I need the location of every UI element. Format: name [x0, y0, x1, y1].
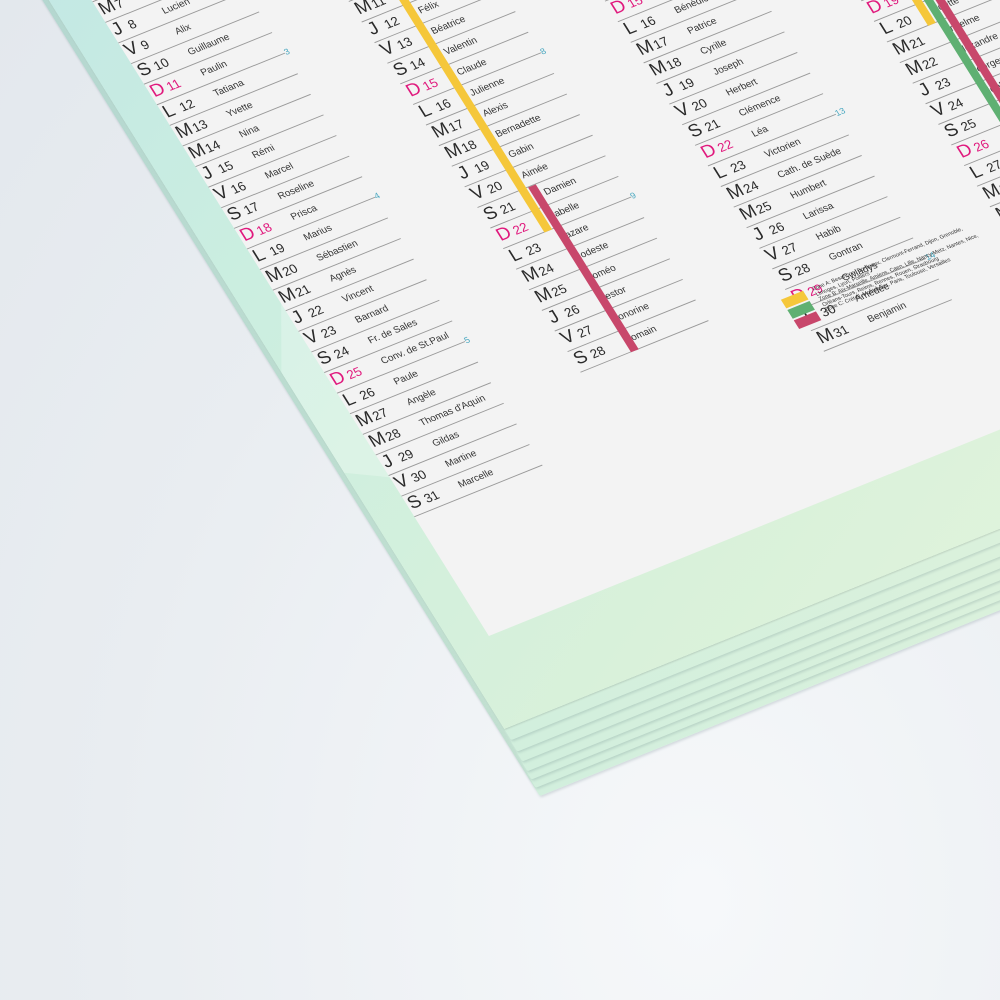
day-number: 27 — [983, 156, 1000, 175]
saint-name: Félix — [416, 0, 441, 17]
day-number: 29 — [395, 446, 417, 465]
day-number: 20 — [893, 12, 915, 31]
saint-name: Gildas — [430, 429, 462, 449]
day-number: 20 — [483, 178, 506, 197]
day-number: 16 — [432, 95, 454, 114]
day-letter: J — [107, 18, 127, 40]
day-number: 14 — [406, 54, 428, 73]
day-number: 15 — [214, 157, 237, 176]
day-number: 19 — [675, 74, 697, 93]
day-number: 24 — [330, 343, 352, 362]
day-number: 26 — [356, 384, 378, 403]
day-number: 8 — [124, 16, 140, 32]
saint-name: Nina — [237, 123, 262, 140]
day-number: 23 — [727, 157, 749, 176]
day-number: 25 — [343, 363, 365, 382]
saint-name: Cyrille — [698, 37, 729, 57]
day-number: 10 — [150, 54, 172, 73]
saint-name: Agnès — [327, 264, 359, 285]
saint-name: Paule — [391, 368, 421, 388]
day-number: 23 — [522, 239, 544, 259]
saint-name: Habib — [813, 223, 844, 243]
day-number: 20 — [688, 95, 710, 114]
saint-name: Alix — [172, 21, 194, 37]
day-number: 26 — [970, 136, 992, 155]
day-number: 28 — [586, 342, 609, 361]
day-number: 21 — [701, 116, 723, 135]
day-number: 27 — [778, 239, 800, 258]
saint-name: Léa — [749, 123, 771, 140]
day-number: 19 — [471, 157, 493, 176]
saint-name: Paulin — [198, 58, 230, 79]
day-number: 26 — [561, 301, 583, 320]
day-number: 23 — [931, 74, 954, 93]
day-number: 15 — [419, 75, 441, 94]
day-letter: L — [158, 100, 180, 122]
day-number: 16 — [637, 13, 659, 32]
day-letter: L — [248, 244, 270, 267]
day-number: 25 — [957, 115, 979, 134]
day-number: 22 — [304, 302, 327, 321]
day-number: 19 — [266, 240, 288, 259]
day-number: 17 — [240, 199, 262, 218]
saint-name: Aimée — [519, 161, 551, 181]
day-number: 24 — [944, 95, 967, 114]
day-number: 23 — [317, 322, 340, 341]
saint-name: Rémi — [249, 142, 277, 161]
day-number: 22 — [714, 136, 736, 155]
saint-name: Gabin — [506, 141, 537, 161]
day-number: 26 — [765, 219, 788, 238]
day-letter: J — [197, 162, 217, 184]
day-number: 28 — [791, 260, 813, 279]
saint-name: Alexis — [480, 99, 511, 120]
day-number: 16 — [227, 178, 249, 197]
day-number: 21 — [496, 198, 519, 217]
day-number: 12 — [176, 96, 198, 115]
day-number: 22 — [509, 219, 531, 238]
day-number: 30 — [407, 466, 430, 485]
day-number: 13 — [393, 33, 416, 53]
day-number: 9 — [137, 36, 153, 53]
day-number: 12 — [380, 13, 403, 32]
saint-name: Yvette — [224, 99, 256, 120]
saint-name: Prisca — [288, 202, 320, 223]
day-number: 18 — [253, 219, 275, 238]
day-number: 27 — [574, 322, 596, 341]
day-number: 31 — [420, 487, 442, 506]
photo-scene: Janvier2026J1Jour de l'An1V2BasileS3Gene… — [0, 0, 1000, 1000]
